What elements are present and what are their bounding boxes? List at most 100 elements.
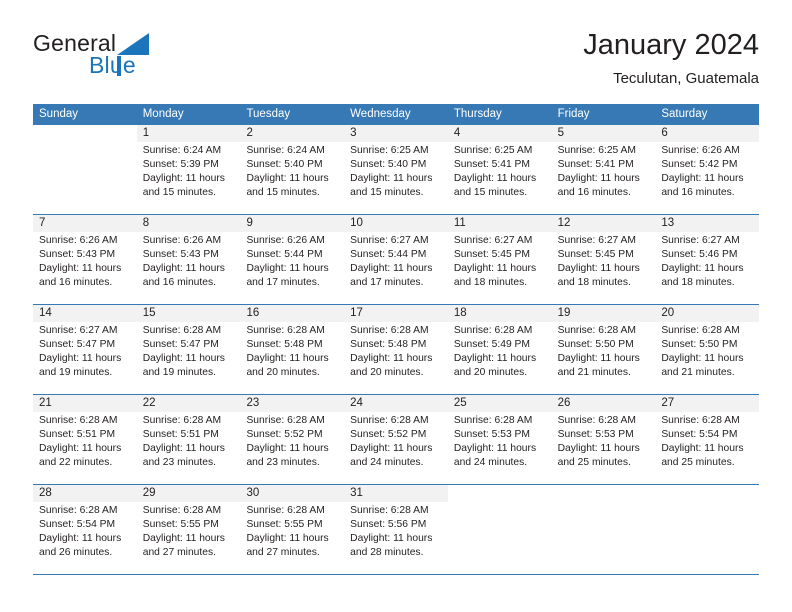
daylight-text: Daylight: 11 hours and 21 minutes.: [661, 353, 744, 379]
day-sun-info: Sunrise: 6:28 AM Sunset: 5:51 PM Daylight:…: [137, 412, 241, 470]
day-number: 27: [655, 395, 760, 412]
day-cell[interactable]: 19 Sunrise: 6:28 AM Sunset: 5:50 PM Dayligh…: [551, 305, 656, 394]
day-cell[interactable]: 23 Sunrise: 6:28 AM Sunset: 5:52 PM Dayligh…: [240, 395, 345, 484]
general-blue-logo[interactable]: General Blue: [33, 28, 253, 88]
day-cell[interactable]: 21 Sunrise: 6:28 AM Sunset: 5:51 PM Dayligh…: [33, 395, 137, 484]
sunset-text: Sunset: 5:51 PM: [142, 429, 219, 441]
day-cell[interactable]: 7 Sunrise: 6:26 AM Sunset: 5:43 PM Daylight…: [33, 215, 137, 304]
day-cell[interactable]: 9 Sunrise: 6:26 AM Sunset: 5:44 PM Daylight…: [240, 215, 345, 304]
weekday-header-tuesday: Tuesday: [246, 108, 291, 120]
day-sun-info: Sunrise: 6:28 AM Sunset: 5:55 PM Daylight:…: [240, 502, 344, 560]
sunset-text: Sunset: 5:44 PM: [246, 249, 323, 261]
day-cell[interactable]: 17 Sunrise: 6:28 AM Sunset: 5:48 PM Dayligh…: [344, 305, 448, 394]
sunset-text: Sunset: 5:42 PM: [661, 159, 738, 171]
day-cell[interactable]: 16 Sunrise: 6:28 AM Sunset: 5:48 PM Dayligh…: [240, 305, 345, 394]
day-sun-info: Sunrise: 6:28 AM Sunset: 5:55 PM Daylight:…: [137, 502, 241, 560]
day-sun-info: Sunrise: 6:28 AM Sunset: 5:47 PM Daylight:…: [137, 322, 241, 380]
weekday-header-row: Sunday Monday Tuesday Wednesday Thursday Frid…: [33, 104, 759, 125]
day-cell[interactable]: 29 Sunrise: 6:28 AM Sunset: 5:55 PM Dayligh…: [136, 485, 241, 574]
day-cell[interactable]: 2 Sunrise: 6:24 AM Sunset: 5:40 PM Daylight…: [240, 125, 345, 214]
sunset-text: Sunset: 5:47 PM: [142, 339, 219, 351]
sunset-text: Sunset: 5:44 PM: [350, 249, 427, 261]
day-sun-info: Sunrise: 6:25 AM Sunset: 5:40 PM Daylight:…: [344, 142, 448, 200]
sunset-text: Sunset: 5:46 PM: [661, 249, 738, 261]
day-sun-info: Sunrise: 6:28 AM Sunset: 5:53 PM Daylight:…: [448, 412, 552, 470]
day-sun-info: Sunrise: 6:24 AM Sunset: 5:39 PM Daylight:…: [137, 142, 241, 200]
day-cell[interactable]: 26 Sunrise: 6:28 AM Sunset: 5:53 PM Dayligh…: [551, 395, 656, 484]
day-cell[interactable]: 12 Sunrise: 6:27 AM Sunset: 5:45 PM Dayligh…: [551, 215, 656, 304]
day-cell[interactable]: 18 Sunrise: 6:28 AM Sunset: 5:49 PM Dayligh…: [447, 305, 552, 394]
calendar-week-row: 1 Sunrise: 6:24 AM Sunset: 5:39 PM Daylight…: [33, 125, 760, 215]
sunrise-text: Sunrise: 6:28 AM: [350, 505, 429, 516]
day-sun-info: Sunrise: 6:26 AM Sunset: 5:42 PM Daylight:…: [655, 142, 759, 200]
day-number: 5: [551, 125, 656, 142]
sunset-text: Sunset: 5:51 PM: [39, 429, 116, 441]
day-cell[interactable]: 25 Sunrise: 6:28 AM Sunset: 5:53 PM Dayligh…: [447, 395, 552, 484]
daylight-text: Daylight: 11 hours and 19 minutes.: [142, 353, 225, 379]
calendar-weeks: 1 Sunrise: 6:24 AM Sunset: 5:39 PM Daylight…: [33, 125, 760, 575]
day-number: 16: [240, 305, 345, 322]
day-cell[interactable]: 10 Sunrise: 6:27 AM Sunset: 5:44 PM Dayligh…: [344, 215, 448, 304]
day-cell[interactable]: 27 Sunrise: 6:28 AM Sunset: 5:54 PM Dayligh…: [655, 395, 760, 484]
day-number: [33, 125, 137, 142]
day-cell[interactable]: 13 Sunrise: 6:27 AM Sunset: 5:46 PM Dayligh…: [655, 215, 760, 304]
day-number: 12: [551, 215, 656, 232]
day-number: 14: [33, 305, 137, 322]
day-cell[interactable]: 28 Sunrise: 6:28 AM Sunset: 5:54 PM Dayligh…: [33, 485, 137, 574]
calendar-week-row: 14 Sunrise: 6:27 AM Sunset: 5:47 PM Dayligh…: [33, 305, 760, 395]
sunset-text: Sunset: 5:45 PM: [453, 249, 531, 261]
day-cell[interactable]: 30 Sunrise: 6:28 AM Sunset: 5:55 PM Dayligh…: [240, 485, 345, 574]
day-cell[interactable]: 8 Sunrise: 6:26 AM Sunset: 5:43 PM Daylight…: [136, 215, 241, 304]
day-number: [551, 485, 656, 502]
day-number: 6: [655, 125, 760, 142]
day-sun-info: Sunrise: 6:25 AM Sunset: 5:41 PM Daylight:…: [448, 142, 552, 200]
day-cell[interactable]: 14 Sunrise: 6:27 AM Sunset: 5:47 PM Dayligh…: [33, 305, 137, 394]
daylight-text: Daylight: 11 hours and 24 minutes.: [350, 443, 433, 469]
day-cell[interactable]: 1 Sunrise: 6:24 AM Sunset: 5:39 PM Daylight…: [136, 125, 241, 214]
sunrise-text: Sunrise: 6:28 AM: [661, 415, 740, 426]
sunrise-text: Sunrise: 6:25 AM: [557, 145, 637, 156]
sunrise-text: Sunrise: 6:28 AM: [246, 415, 325, 426]
day-sun-info: Sunrise: 6:24 AM Sunset: 5:40 PM Daylight:…: [240, 142, 344, 200]
daylight-text: Daylight: 11 hours and 23 minutes.: [246, 443, 329, 469]
sunset-text: Sunset: 5:55 PM: [142, 519, 219, 531]
day-cell[interactable]: 31 Sunrise: 6:28 AM Sunset: 5:56 PM Dayligh…: [344, 485, 448, 574]
sunrise-text: Sunrise: 6:26 AM: [246, 235, 325, 246]
day-number: 10: [344, 215, 448, 232]
day-cell[interactable]: 6 Sunrise: 6:26 AM Sunset: 5:42 PM Daylight…: [655, 125, 760, 214]
daylight-text: Daylight: 11 hours and 27 minutes.: [142, 533, 225, 559]
day-cell[interactable]: 11 Sunrise: 6:27 AM Sunset: 5:45 PM Dayligh…: [447, 215, 552, 304]
day-sun-info: Sunrise: 6:28 AM Sunset: 5:54 PM Daylight:…: [655, 412, 759, 470]
sunrise-text: Sunrise: 6:24 AM: [142, 145, 222, 156]
day-cell[interactable]: 24 Sunrise: 6:28 AM Sunset: 5:52 PM Dayligh…: [344, 395, 448, 484]
weekday-header-friday: Friday: [557, 108, 590, 120]
day-sun-info: Sunrise: 6:28 AM Sunset: 5:51 PM Daylight:…: [33, 412, 137, 470]
daylight-text: Daylight: 11 hours and 16 minutes.: [39, 263, 122, 289]
calendar-week-row: 7 Sunrise: 6:26 AM Sunset: 5:43 PM Daylight…: [33, 215, 760, 305]
sunset-text: Sunset: 5:40 PM: [246, 159, 323, 171]
daylight-text: Daylight: 11 hours and 20 minutes.: [453, 353, 537, 379]
day-sun-info: Sunrise: 6:27 AM Sunset: 5:44 PM Daylight:…: [344, 232, 448, 290]
logo-text-blue: Blue: [89, 52, 136, 78]
day-cell[interactable]: 15 Sunrise: 6:28 AM Sunset: 5:47 PM Dayligh…: [136, 305, 241, 394]
sunrise-text: Sunrise: 6:25 AM: [453, 145, 533, 156]
day-cell[interactable]: 5 Sunrise: 6:25 AM Sunset: 5:41 PM Daylight…: [551, 125, 656, 214]
day-number: 21: [33, 395, 137, 412]
day-cell[interactable]: 4 Sunrise: 6:25 AM Sunset: 5:41 PM Daylight…: [447, 125, 552, 214]
day-cell[interactable]: 3 Sunrise: 6:25 AM Sunset: 5:40 PM Daylight…: [344, 125, 448, 214]
day-number: 23: [240, 395, 345, 412]
day-cell[interactable]: 22 Sunrise: 6:28 AM Sunset: 5:51 PM Dayligh…: [136, 395, 241, 484]
daylight-text: Daylight: 11 hours and 15 minutes.: [453, 173, 537, 199]
daylight-text: Daylight: 11 hours and 17 minutes.: [246, 263, 329, 289]
day-sun-info: Sunrise: 6:28 AM Sunset: 5:49 PM Daylight:…: [448, 322, 552, 380]
sunset-text: Sunset: 5:53 PM: [453, 429, 531, 441]
calendar-week-row: 21 Sunrise: 6:28 AM Sunset: 5:51 PM Dayligh…: [33, 395, 760, 485]
day-cell[interactable]: 20 Sunrise: 6:28 AM Sunset: 5:50 PM Dayligh…: [655, 305, 760, 394]
daylight-text: Daylight: 11 hours and 25 minutes.: [557, 443, 640, 469]
daylight-text: Daylight: 11 hours and 27 minutes.: [246, 533, 329, 559]
daylight-text: Daylight: 11 hours and 16 minutes.: [557, 173, 640, 199]
day-sun-info: Sunrise: 6:28 AM Sunset: 5:50 PM Daylight:…: [655, 322, 759, 380]
sunset-text: Sunset: 5:40 PM: [350, 159, 427, 171]
day-number: 4: [447, 125, 552, 142]
day-number: 1: [136, 125, 241, 142]
